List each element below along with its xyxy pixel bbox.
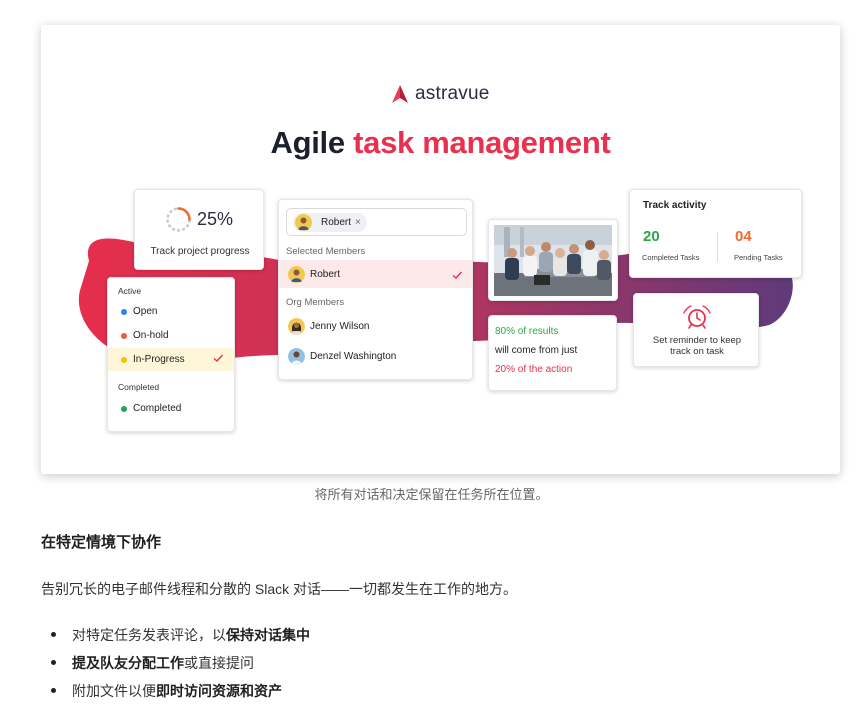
section-paragraph: 告别冗长的电子邮件线程和分散的 Slack 对话——一切都发生在工作的地方。 bbox=[41, 581, 518, 597]
completed-count: 20 bbox=[643, 228, 660, 245]
astravue-logo-icon bbox=[392, 85, 408, 103]
reminder-line-2: track on task bbox=[670, 346, 724, 357]
status-card: Active Open On-hold In-Progress Complete… bbox=[107, 277, 235, 432]
status-dot-icon bbox=[121, 405, 127, 412]
quote-line-3: 20% of the action bbox=[495, 364, 573, 375]
list-item: 对特定任务发表评论，以保持对话集中 bbox=[51, 625, 310, 653]
team-photo-card bbox=[488, 219, 618, 301]
avatar bbox=[288, 317, 305, 335]
progress-ring-icon bbox=[166, 207, 191, 232]
member-name: Jenny Wilson bbox=[310, 320, 370, 332]
member-chip[interactable]: Robert × bbox=[293, 213, 367, 232]
close-icon[interactable]: × bbox=[355, 217, 361, 228]
selected-members-heading: Selected Members bbox=[286, 246, 366, 257]
pending-count: 04 bbox=[735, 228, 752, 245]
bullet-text: 附加文件以便 bbox=[72, 683, 156, 699]
bullet-text: 对特定任务发表评论，以 bbox=[72, 627, 226, 643]
feature-list: 对特定任务发表评论，以保持对话集中 提及队友分配工作或直接提问 附加文件以便即时… bbox=[51, 625, 310, 709]
bullet-text: 或直接提问 bbox=[184, 655, 254, 671]
hero-image: astravue Agile task management 25% Track… bbox=[41, 25, 840, 474]
section-title: 在特定情境下协作 bbox=[41, 534, 162, 551]
status-label: Open bbox=[133, 306, 158, 317]
avatar bbox=[288, 265, 305, 283]
status-label: On-hold bbox=[133, 330, 169, 341]
quote-line-2: will come from just bbox=[495, 345, 578, 356]
status-option-completed[interactable]: Completed bbox=[108, 397, 234, 420]
alarm-clock-icon bbox=[683, 305, 711, 329]
member-search-input[interactable]: Robert × bbox=[286, 208, 467, 236]
chip-label: Robert bbox=[321, 217, 352, 228]
activity-card: Track activity 20 Completed Tasks 04 Pen… bbox=[629, 189, 802, 278]
members-card: Robert × Selected Members Robert Org Mem… bbox=[278, 199, 473, 380]
status-dot-icon bbox=[121, 308, 127, 315]
check-icon bbox=[213, 354, 224, 362]
image-caption: 将所有对话和决定保留在任务所在位置。 bbox=[314, 487, 549, 502]
divider bbox=[717, 232, 718, 262]
bullet-emphasis: 即时访问资源和资产 bbox=[156, 683, 282, 699]
org-members-heading: Org Members bbox=[286, 297, 345, 308]
avatar bbox=[288, 347, 305, 365]
quote-card: 80% of results will come from just 20% o… bbox=[488, 315, 617, 391]
reminder-card: Set reminder to keep track on task bbox=[633, 293, 759, 367]
avatar bbox=[295, 214, 312, 231]
status-label: Completed bbox=[133, 403, 182, 414]
status-option-in-progress[interactable]: In-Progress bbox=[108, 348, 234, 371]
headline-prefix: Agile bbox=[270, 125, 345, 160]
pending-label: Pending Tasks bbox=[734, 253, 783, 262]
list-item: 提及队友分配工作或直接提问 bbox=[51, 653, 310, 681]
status-option-on-hold[interactable]: On-hold bbox=[108, 324, 234, 347]
member-row-selected[interactable]: Robert bbox=[279, 260, 472, 288]
active-heading: Active bbox=[118, 286, 142, 296]
progress-card: 25% Track project progress bbox=[134, 189, 264, 270]
bullet-emphasis: 保持对话集中 bbox=[226, 627, 310, 643]
brand-logo: astravue bbox=[391, 81, 489, 107]
completed-heading: Completed bbox=[118, 382, 160, 392]
list-item: 附加文件以便即时访问资源和资产 bbox=[51, 681, 310, 709]
progress-percent: 25% bbox=[197, 209, 234, 229]
activity-title: Track activity bbox=[643, 200, 707, 211]
status-dot-icon bbox=[121, 356, 127, 363]
status-dot-icon bbox=[121, 332, 127, 339]
progress-label: Track project progress bbox=[150, 246, 250, 257]
member-name: Robert bbox=[310, 268, 341, 280]
bullet-emphasis: 提及队友分配工作 bbox=[72, 655, 184, 671]
member-row[interactable]: Jenny Wilson bbox=[279, 312, 472, 340]
quote-line-1: 80% of results bbox=[495, 326, 559, 337]
team-photo bbox=[494, 225, 612, 296]
headline-accent: task management bbox=[353, 125, 611, 160]
headline: Agile task management bbox=[41, 125, 840, 161]
status-label: In-Progress bbox=[133, 354, 185, 365]
reminder-line-1: Set reminder to keep bbox=[652, 335, 742, 346]
status-option-open[interactable]: Open bbox=[108, 300, 234, 323]
check-icon bbox=[452, 271, 463, 279]
brand-name: astravue bbox=[415, 83, 490, 104]
member-row[interactable]: Denzel Washington bbox=[279, 342, 472, 370]
member-name: Denzel Washington bbox=[310, 350, 397, 362]
completed-label: Completed Tasks bbox=[642, 253, 700, 262]
reminder-text: Set reminder to keep track on task bbox=[634, 335, 760, 357]
